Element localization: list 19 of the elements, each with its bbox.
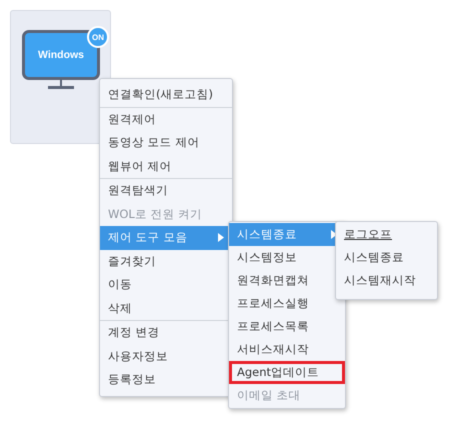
menu-item[interactable]: 서비스재시작 — [229, 338, 345, 361]
menu-item[interactable]: Agent업데이트 — [229, 361, 345, 384]
menu-item[interactable]: 삭제 — [100, 296, 232, 320]
menu-item[interactable]: 원격제어 — [100, 108, 232, 131]
menu-item[interactable]: 동영상 모드 제어 — [100, 131, 232, 154]
menu-item[interactable]: 계정 변경 — [100, 321, 232, 344]
menu-item[interactable]: 웹뷰어 제어 — [100, 154, 232, 178]
menu-item[interactable]: 프로세스실행 — [229, 292, 345, 315]
menu-item[interactable]: 프로세스목록 — [229, 315, 345, 338]
menu-item[interactable]: 시스템재시작 — [336, 269, 437, 292]
menu-item[interactable]: 연결확인(새로고침) — [100, 83, 232, 106]
submenu-arrow-icon — [218, 233, 224, 242]
os-label: Windows — [38, 49, 84, 61]
menu-item[interactable]: 즐겨찾기 — [100, 250, 232, 273]
menu-item[interactable]: 이동 — [100, 273, 232, 296]
menu-item[interactable]: 사용자정보 — [100, 344, 232, 368]
menu-item[interactable]: 원격탐색기 — [100, 179, 232, 202]
menu-item[interactable]: 등록정보 — [100, 368, 232, 392]
menu-item[interactable]: 시스템종료 — [336, 246, 437, 269]
